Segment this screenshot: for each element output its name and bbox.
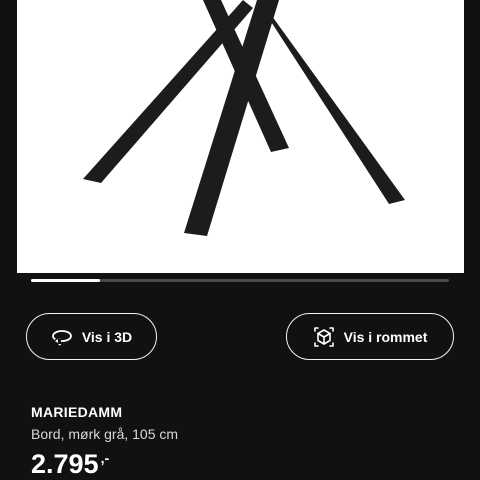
ar-cube-icon [313, 326, 335, 348]
view-in-room-button[interactable]: Vis i rommet [286, 313, 454, 360]
product-description: Bord, mørk grå, 105 cm [31, 426, 179, 442]
price-amount: 2.795 [31, 449, 99, 479]
rotate-3d-icon [51, 328, 73, 346]
image-carousel-progress[interactable] [31, 279, 449, 282]
view-in-3d-button[interactable]: Vis i 3D [26, 313, 157, 360]
table-legs-illustration [83, 0, 405, 236]
product-name: MARIEDAMM [31, 404, 123, 420]
view-in-room-label: Vis i rommet [343, 328, 428, 345]
price-suffix: ,- [100, 450, 110, 466]
carousel-progress-fill [31, 279, 100, 282]
product-price: 2.795 ,- [31, 449, 109, 479]
product-page: Vis i 3D Vis i rommet MARIEDAMM Bord, mø… [0, 0, 480, 480]
product-image[interactable] [17, 0, 464, 273]
view-in-3d-label: Vis i 3D [81, 328, 133, 345]
